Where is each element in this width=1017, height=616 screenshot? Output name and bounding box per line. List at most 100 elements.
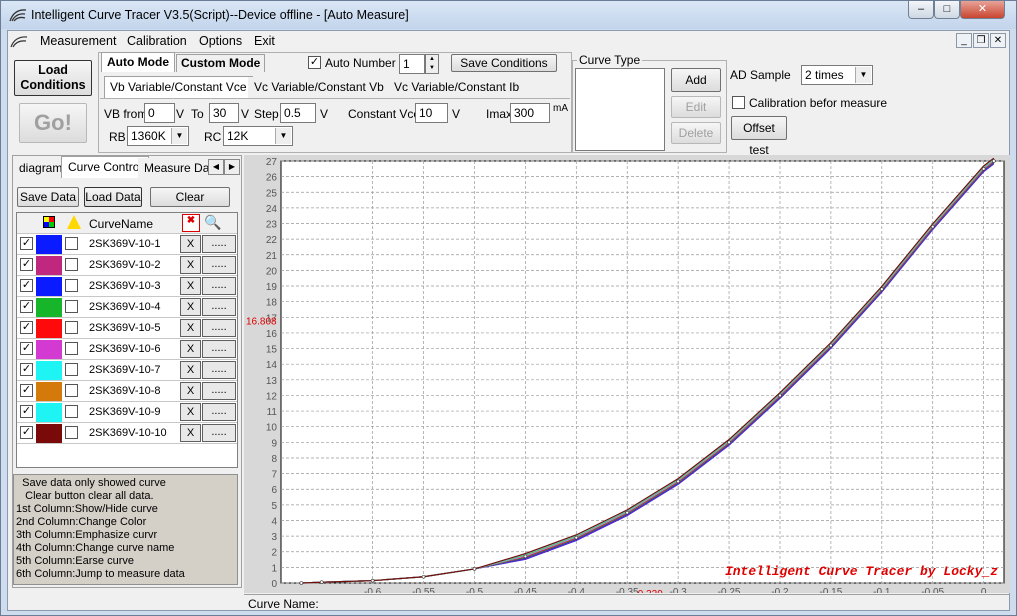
show-curve-checkbox[interactable]: ✓ — [20, 279, 33, 292]
clear-button[interactable]: Clear — [150, 187, 230, 207]
step-input[interactable]: 0.5 — [280, 103, 316, 123]
emphasize-checkbox[interactable] — [65, 405, 78, 418]
emphasize-checkbox[interactable] — [65, 258, 78, 271]
curve-name[interactable]: 2SK369V-10-5 — [89, 322, 161, 334]
curve-name[interactable]: 2SK369V-10-6 — [89, 343, 161, 355]
auto-number-spinner[interactable]: ▲ ▼ — [425, 54, 439, 74]
curve-color-swatch[interactable] — [36, 424, 62, 443]
erase-curve-button[interactable]: X — [180, 277, 201, 295]
vb-from-input[interactable]: 0 — [144, 103, 175, 123]
curve-name[interactable]: 2SK369V-10-1 — [89, 238, 161, 250]
curve-name[interactable]: 2SK369V-10-7 — [89, 364, 161, 376]
to-input[interactable]: 30 — [209, 103, 239, 123]
show-curve-checkbox[interactable]: ✓ — [20, 384, 33, 397]
curve-name[interactable]: 2SK369V-10-9 — [89, 406, 161, 418]
tab-curve-control[interactable]: Curve Control — [61, 156, 150, 178]
emphasize-checkbox[interactable] — [65, 237, 78, 250]
table-row[interactable]: ✓ 2SK369V-10-3 X..... — [17, 276, 237, 297]
jump-to-data-button[interactable]: ..... — [202, 235, 236, 253]
erase-curve-button[interactable]: X — [180, 319, 201, 337]
curve-color-swatch[interactable] — [36, 340, 62, 359]
delete-button[interactable]: Delete — [671, 122, 721, 144]
go-button[interactable]: Go! — [19, 103, 87, 143]
curve-color-swatch[interactable] — [36, 319, 62, 338]
constant-vce-input[interactable]: 10 — [415, 103, 448, 123]
show-curve-checkbox[interactable]: ✓ — [20, 405, 33, 418]
curve-color-swatch[interactable] — [36, 256, 62, 275]
curve-type-list[interactable] — [575, 68, 665, 151]
jump-to-data-button[interactable]: ..... — [202, 424, 236, 442]
table-row[interactable]: ✓ 2SK369V-10-4 X..... — [17, 297, 237, 318]
curve-color-swatch[interactable] — [36, 277, 62, 296]
show-curve-checkbox[interactable]: ✓ — [20, 363, 33, 376]
erase-curve-button[interactable]: X — [180, 340, 201, 358]
tab-custom-mode[interactable]: Custom Mode — [176, 54, 266, 72]
emphasize-checkbox[interactable] — [65, 342, 78, 355]
menu-calibration[interactable]: Calibration — [127, 34, 187, 48]
table-row[interactable]: ✓ 2SK369V-10-6 X..... — [17, 339, 237, 360]
jump-to-data-button[interactable]: ..... — [202, 319, 236, 337]
emphasize-checkbox[interactable] — [65, 426, 78, 439]
rb-select[interactable]: 1360K ▼ — [127, 126, 189, 146]
tab-auto-mode[interactable]: Auto Mode — [101, 52, 175, 72]
curve-name[interactable]: 2SK369V-10-8 — [89, 385, 161, 397]
erase-curve-button[interactable]: X — [180, 298, 201, 316]
rc-select[interactable]: 12K ▼ — [223, 126, 293, 146]
menu-options[interactable]: Options — [199, 34, 242, 48]
curve-name[interactable]: 2SK369V-10-3 — [89, 280, 161, 292]
curve-chart[interactable]: 0 1 2 3 4 5 6 7 8 9 10 11 12 13 14 15 16 17 18 19 20 21 22 23 24… — [244, 155, 1010, 600]
mdi-minimize-button[interactable]: _ — [956, 33, 972, 48]
emphasize-checkbox[interactable] — [65, 300, 78, 313]
erase-curve-button[interactable]: X — [180, 403, 201, 421]
table-row[interactable]: ✓ 2SK369V-10-7 X..... — [17, 360, 237, 381]
curve-name[interactable]: 2SK369V-10-4 — [89, 301, 161, 313]
erase-curve-button[interactable]: X — [180, 382, 201, 400]
offset-test-button[interactable]: Offset test — [731, 116, 787, 157]
table-row[interactable]: ✓ 2SK369V-10-10 X..... — [17, 423, 237, 444]
calibration-checkbox[interactable] — [732, 96, 745, 109]
jump-to-data-button[interactable]: ..... — [202, 340, 236, 358]
jump-to-data-button[interactable]: ..... — [202, 382, 236, 400]
tab-vb-variable[interactable]: Vb Variable/Constant Vce — [104, 76, 253, 98]
tab-scroll-left-icon[interactable]: ◀ — [208, 159, 224, 175]
erase-curve-button[interactable]: X — [180, 424, 201, 442]
title-bar[interactable]: Intelligent Curve Tracer V3.5(Script)--D… — [1, 1, 1016, 29]
show-curve-checkbox[interactable]: ✓ — [20, 258, 33, 271]
tab-measure-data[interactable]: Measure Data — [138, 158, 208, 180]
imax-input[interactable]: 300 — [510, 103, 550, 123]
edit-button[interactable]: Edit — [671, 96, 721, 118]
curve-color-swatch[interactable] — [36, 298, 62, 317]
erase-curve-button[interactable]: X — [180, 256, 201, 274]
table-row[interactable]: ✓ 2SK369V-10-8 X..... — [17, 381, 237, 402]
chart-svg[interactable]: 0123456789101112131415161718192021222324… — [244, 155, 1010, 600]
curve-name[interactable]: 2SK369V-10-10 — [89, 427, 167, 439]
show-curve-checkbox[interactable]: ✓ — [20, 342, 33, 355]
ad-sample-select[interactable]: 2 times ▼ — [801, 65, 873, 85]
emphasize-checkbox[interactable] — [65, 363, 78, 376]
auto-number-checkbox[interactable]: ✓ — [308, 56, 321, 69]
tab-vc-variable-vb[interactable]: Vc Variable/Constant Vb — [248, 77, 390, 99]
erase-curve-button[interactable]: X — [180, 361, 201, 379]
add-button[interactable]: Add — [671, 68, 721, 92]
emphasize-checkbox[interactable] — [65, 321, 78, 334]
show-curve-checkbox[interactable]: ✓ — [20, 300, 33, 313]
tab-scroll-right-icon[interactable]: ▶ — [224, 159, 240, 175]
load-conditions-button[interactable]: Load Conditions — [14, 60, 92, 96]
curve-color-swatch[interactable] — [36, 235, 62, 254]
mdi-restore-button[interactable]: ❐ — [973, 33, 989, 48]
menu-exit[interactable]: Exit — [254, 34, 275, 48]
table-row[interactable]: ✓ 2SK369V-10-5 X..... — [17, 318, 237, 339]
show-curve-checkbox[interactable]: ✓ — [20, 321, 33, 334]
maximize-button[interactable]: □ — [934, 1, 960, 19]
save-conditions-button[interactable]: Save Conditions — [451, 54, 557, 72]
jump-to-data-button[interactable]: ..... — [202, 256, 236, 274]
table-row[interactable]: ✓ 2SK369V-10-2 X..... — [17, 255, 237, 276]
tab-vc-variable-ib[interactable]: Vc Variable/Constant Ib — [388, 77, 526, 99]
jump-to-data-button[interactable]: ..... — [202, 361, 236, 379]
table-row[interactable]: ✓ 2SK369V-10-9 X..... — [17, 402, 237, 423]
emphasize-checkbox[interactable] — [65, 384, 78, 397]
jump-to-data-button[interactable]: ..... — [202, 277, 236, 295]
show-curve-checkbox[interactable]: ✓ — [20, 237, 33, 250]
curve-color-swatch[interactable] — [36, 382, 62, 401]
jump-to-data-button[interactable]: ..... — [202, 298, 236, 316]
